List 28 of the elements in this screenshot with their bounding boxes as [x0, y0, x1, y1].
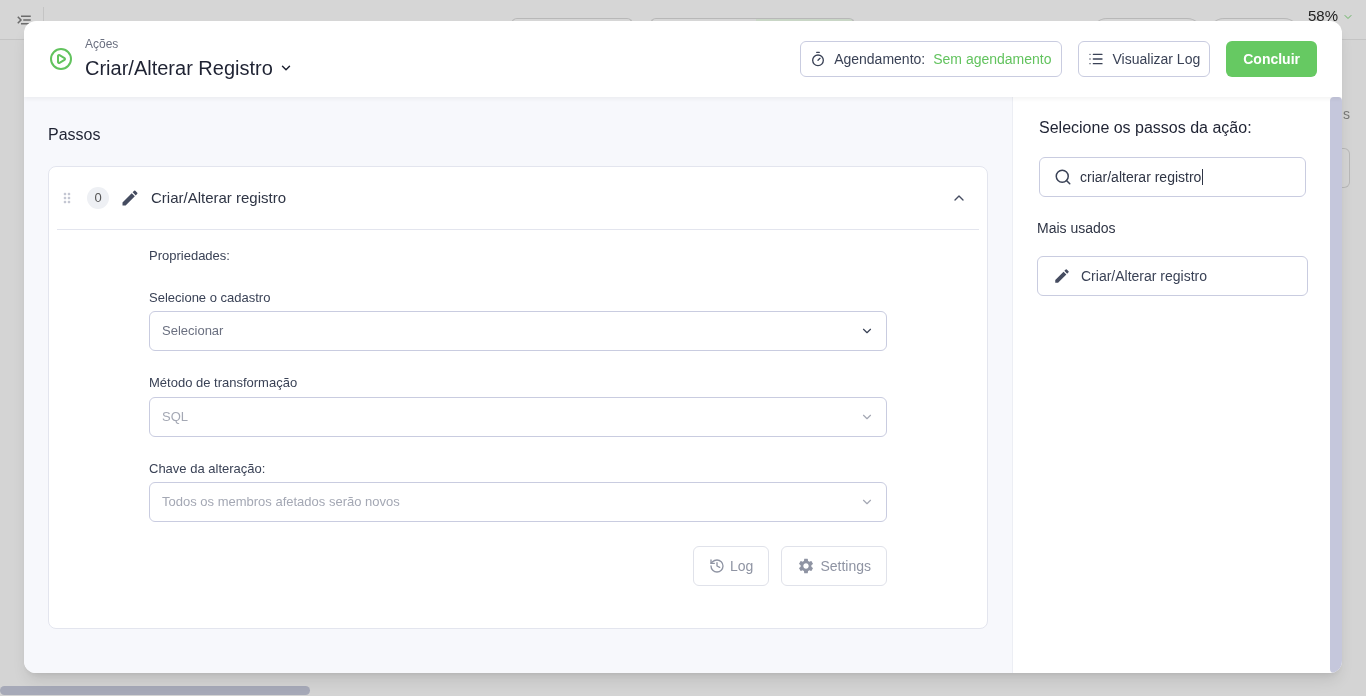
- step-number: 0: [87, 187, 109, 209]
- section-label: Mais usados: [1037, 219, 1117, 238]
- field-label: Selecione o cadastro: [149, 288, 272, 307]
- search-field[interactable]: criar/alterar registro: [1039, 157, 1306, 197]
- vertical-scrollbar[interactable]: [1330, 97, 1342, 673]
- background-text: s: [1343, 106, 1350, 122]
- view-log-button[interactable]: Visualizar Log: [1077, 41, 1211, 77]
- action-title-dropdown[interactable]: Criar/Alterar Registro: [85, 53, 293, 83]
- zoom-select[interactable]: 58%: [1308, 5, 1355, 28]
- play-icon: [49, 47, 73, 71]
- settings-icon: [797, 557, 816, 575]
- step-title: Criar/Alterar registro: [151, 187, 287, 208]
- pencil-icon: [1053, 267, 1071, 285]
- select-field[interactable]: Selecionar: [149, 311, 887, 351]
- timer-icon: [810, 51, 827, 67]
- field-label: Chave da alteração:: [149, 459, 267, 478]
- field-label: Método de transformação: [149, 374, 299, 392]
- list-icon: [1087, 51, 1104, 67]
- section-heading: Passos: [48, 125, 102, 145]
- pencil-icon: [120, 188, 140, 208]
- horizontal-scrollbar[interactable]: [0, 686, 310, 695]
- breadcrumb: Ações: [85, 36, 120, 53]
- schedule-button[interactable]: Agendamento: Sem agendamento: [800, 41, 1062, 77]
- section-label: Propriedades:: [149, 247, 231, 265]
- search-icon: [1054, 168, 1072, 186]
- step-option[interactable]: Criar/Alterar registro: [1037, 256, 1308, 296]
- panel-heading: Selecione os passos da ação:: [1039, 118, 1253, 138]
- history-icon: [709, 558, 726, 574]
